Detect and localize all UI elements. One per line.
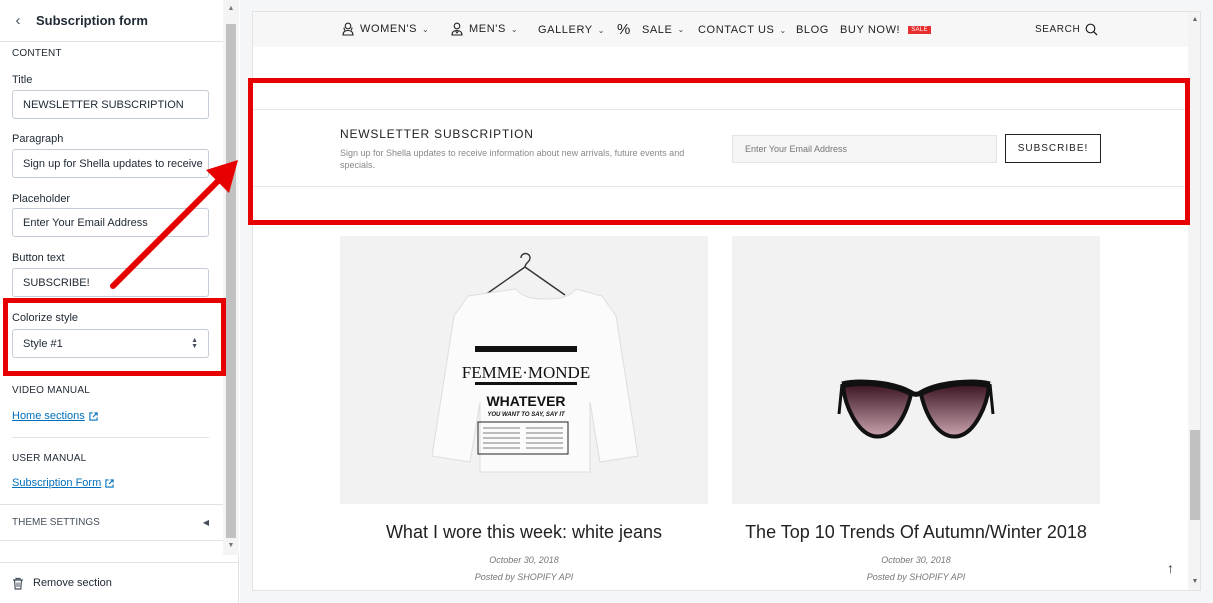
content-heading: CONTENT — [12, 48, 62, 59]
nav-sale[interactable]: % SALE ⌄ — [617, 21, 685, 38]
user-manual-heading: USER MANUAL — [12, 453, 87, 464]
nav-womens[interactable]: WOMEN'S ⌄ — [341, 22, 429, 36]
title-input[interactable]: NEWSLETTER SUBSCRIPTION — [12, 90, 209, 119]
subscribe-button[interactable]: SUBSCRIBE! — [1005, 134, 1101, 163]
sidebar-title: Subscription form — [36, 13, 148, 28]
colorize-style-select[interactable]: Style #1 ▲ ▼ — [12, 329, 209, 358]
newsletter-title: NEWSLETTER SUBSCRIPTION — [340, 127, 534, 141]
shirt-slogan-text: WHATEVER — [486, 393, 565, 409]
placeholder-input[interactable]: Enter Your Email Address — [12, 208, 209, 237]
subscription-form-link[interactable]: Subscription Form — [12, 477, 114, 489]
post-title[interactable]: What I wore this week: white jeans — [340, 522, 708, 543]
post-date: October 30, 2018 — [881, 555, 951, 565]
button-text-label: Button text — [12, 252, 65, 264]
nav-gallery[interactable]: GALLERY ⌄ — [538, 24, 605, 36]
post-title[interactable]: The Top 10 Trends Of Autumn/Winter 2018 — [732, 522, 1100, 543]
woman-icon — [342, 22, 354, 36]
store-top-nav: WOMEN'S ⌄ MEN'S ⌄ GALLERY ⌄ % SALE ⌄ CON… — [253, 12, 1188, 47]
colorize-style-value: Style #1 — [23, 337, 63, 350]
back-to-top-arrow-icon[interactable]: ↑ — [1167, 560, 1174, 576]
divider — [12, 437, 209, 438]
chevron-down-icon: ⌄ — [510, 24, 519, 34]
scroll-up-arrow-icon[interactable]: ▲ — [1190, 16, 1200, 23]
trash-icon — [13, 577, 23, 590]
nav-womens-label: WOMEN'S — [360, 23, 418, 35]
scroll-down-arrow-icon[interactable]: ▼ — [226, 542, 236, 550]
sunglasses-illustration — [732, 236, 1100, 504]
sidebar-header: ‹ Subscription form — [0, 0, 223, 42]
post-image-sweatshirt[interactable]: FEMME·MONDE WHATEVER YOU WANT TO SAY, SA… — [340, 236, 708, 504]
chevron-left-icon: ‹ — [15, 12, 21, 29]
scroll-up-arrow-icon[interactable]: ▲ — [226, 5, 236, 13]
chevron-down-icon: ⌄ — [597, 25, 606, 35]
post-author: Posted by SHOPIFY API — [866, 572, 966, 582]
back-button[interactable]: ‹ — [0, 0, 36, 42]
preview-scrollbar-thumb[interactable] — [1190, 430, 1200, 520]
paragraph-input[interactable]: Sign up for Shella updates to receive — [12, 149, 209, 178]
nav-buy-now[interactable]: BUY NOW! SALE — [840, 24, 931, 36]
select-arrows-icon: ▲ ▼ — [191, 336, 198, 350]
newsletter-email-input[interactable]: Enter Your Email Address — [732, 135, 997, 163]
theme-settings-toggle[interactable]: THEME SETTINGS ◀ — [0, 504, 223, 541]
nav-mens[interactable]: MEN'S ⌄ — [450, 22, 518, 36]
subscription-form-link-label: Subscription Form — [12, 477, 102, 489]
theme-editor-sidebar: ‹ Subscription form CONTENT Title NEWSLE… — [0, 0, 239, 603]
theme-settings-label: THEME SETTINGS — [12, 517, 100, 528]
post-author: Posted by SHOPIFY API — [474, 572, 574, 582]
home-sections-link-label: Home sections — [12, 410, 85, 422]
nav-search-label: SEARCH — [1035, 24, 1081, 35]
scroll-down-arrow-icon[interactable]: ▼ — [1190, 578, 1200, 585]
nav-blog[interactable]: BLOG — [796, 24, 829, 36]
search-icon — [1085, 23, 1098, 36]
sidebar-scrollbar-thumb[interactable] — [226, 24, 236, 538]
external-link-icon — [105, 478, 114, 488]
video-manual-heading: VIDEO MANUAL — [12, 385, 90, 396]
app-window: ‹ Subscription form CONTENT Title NEWSLE… — [0, 0, 1213, 603]
nav-search[interactable]: SEARCH — [1035, 23, 1098, 36]
remove-section-button[interactable]: Remove section — [0, 562, 239, 603]
store-preview-frame: WOMEN'S ⌄ MEN'S ⌄ GALLERY ⌄ % SALE ⌄ CON… — [252, 11, 1201, 591]
shirt-sub-text: YOU WANT TO SAY, SAY IT — [487, 412, 566, 418]
paragraph-label: Paragraph — [12, 133, 64, 145]
nav-mens-label: MEN'S — [469, 23, 506, 35]
chevron-down-icon: ⌄ — [422, 24, 430, 34]
button-text-input[interactable]: SUBSCRIBE! — [12, 268, 209, 297]
nav-contact[interactable]: CONTACT US ⌄ — [698, 24, 787, 36]
percent-icon: % — [617, 21, 631, 38]
nav-blog-label: BLOG — [796, 24, 829, 36]
chevron-down-icon: ⌄ — [779, 25, 787, 35]
nav-buy-now-label: BUY NOW! — [840, 24, 901, 36]
nav-contact-label: CONTACT US — [698, 24, 775, 36]
sidebar-body: CONTENT Title NEWSLETTER SUBSCRIPTION Pa… — [0, 42, 223, 562]
external-link-icon — [89, 411, 98, 421]
man-icon — [451, 22, 463, 36]
home-sections-link[interactable]: Home sections — [12, 410, 98, 422]
post-date: October 30, 2018 — [489, 555, 559, 565]
colorize-style-label: Colorize style — [12, 312, 79, 324]
sale-badge: SALE — [908, 26, 931, 34]
sweatshirt-illustration: FEMME·MONDE WHATEVER YOU WANT TO SAY, SA… — [340, 236, 708, 504]
title-label: Title — [12, 74, 33, 86]
shirt-brand-text: FEMME·MONDE — [462, 363, 590, 382]
newsletter-paragraph: Sign up for Shella updates to receive in… — [340, 148, 685, 170]
placeholder-label: Placeholder — [12, 193, 71, 205]
chevron-down-icon: ⌄ — [677, 25, 685, 34]
caret-left-icon: ◀ — [202, 518, 209, 527]
post-image-sunglasses[interactable] — [732, 236, 1100, 504]
nav-sale-label: SALE — [641, 23, 673, 36]
remove-section-label: Remove section — [33, 577, 112, 589]
nav-gallery-label: GALLERY — [538, 24, 593, 36]
newsletter-section: NEWSLETTER SUBSCRIPTION Sign up for Shel… — [253, 109, 1188, 187]
